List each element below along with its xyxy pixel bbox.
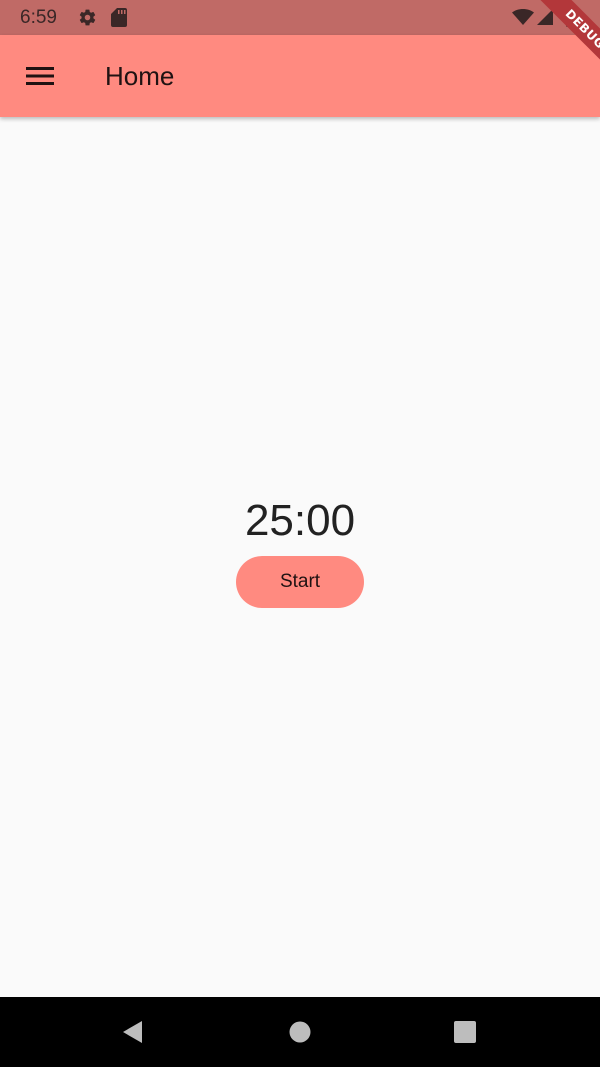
signal-icon — [537, 9, 553, 25]
wifi-icon — [512, 9, 534, 25]
home-icon[interactable] — [288, 1020, 312, 1044]
app-bar: Home — [0, 35, 600, 117]
start-button[interactable]: Start — [236, 556, 364, 608]
status-bar: 6:59 — [0, 0, 600, 35]
status-time: 6:59 — [20, 7, 57, 28]
hamburger-menu-icon — [26, 67, 54, 85]
gear-icon — [79, 9, 96, 26]
system-nav-bar — [0, 997, 600, 1067]
main-content: 25:00 Start — [0, 117, 600, 997]
back-icon[interactable] — [121, 1020, 145, 1044]
battery-icon — [566, 7, 578, 27]
recents-icon[interactable] — [454, 1021, 476, 1043]
page-title: Home — [105, 61, 175, 91]
menu-button[interactable] — [20, 56, 60, 96]
sd-card-icon — [111, 8, 127, 27]
timer-display: 25:00 — [244, 496, 356, 545]
